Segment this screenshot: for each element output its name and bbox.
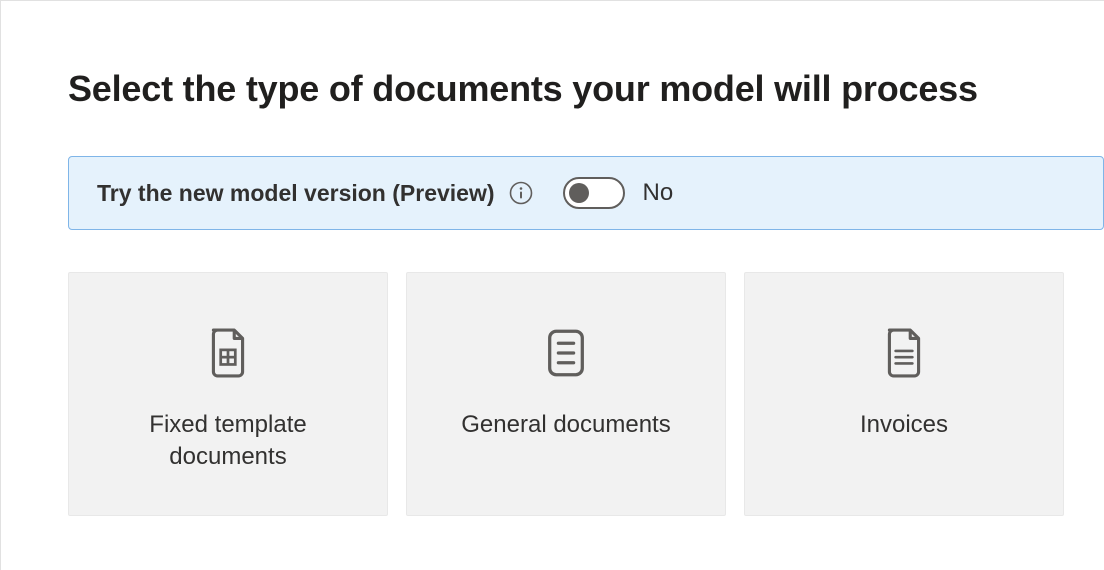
info-icon[interactable] bbox=[509, 181, 533, 205]
top-divider bbox=[0, 0, 1104, 1]
preview-toggle-state: No bbox=[643, 179, 674, 207]
card-fixed-template[interactable]: Fixed template documents bbox=[68, 272, 388, 516]
document-lines-icon bbox=[880, 329, 928, 377]
preview-banner-label: Try the new model version (Preview) bbox=[97, 180, 495, 207]
document-table-icon bbox=[204, 329, 252, 377]
card-general-documents[interactable]: General documents bbox=[406, 272, 726, 516]
preview-toggle[interactable] bbox=[563, 177, 625, 209]
page-title: Select the type of documents your model … bbox=[68, 68, 1104, 110]
document-type-cards: Fixed template documents General documen… bbox=[68, 272, 1104, 516]
toggle-knob bbox=[569, 183, 589, 203]
card-title: Fixed template documents bbox=[69, 409, 387, 474]
document-list-icon bbox=[542, 329, 590, 377]
card-invoices[interactable]: Invoices bbox=[744, 272, 1064, 516]
preview-toggle-group: No bbox=[563, 177, 674, 209]
left-divider bbox=[0, 0, 1, 570]
card-title: Invoices bbox=[840, 409, 968, 441]
preview-banner: Try the new model version (Preview) No bbox=[68, 156, 1104, 230]
card-title: General documents bbox=[441, 409, 690, 441]
